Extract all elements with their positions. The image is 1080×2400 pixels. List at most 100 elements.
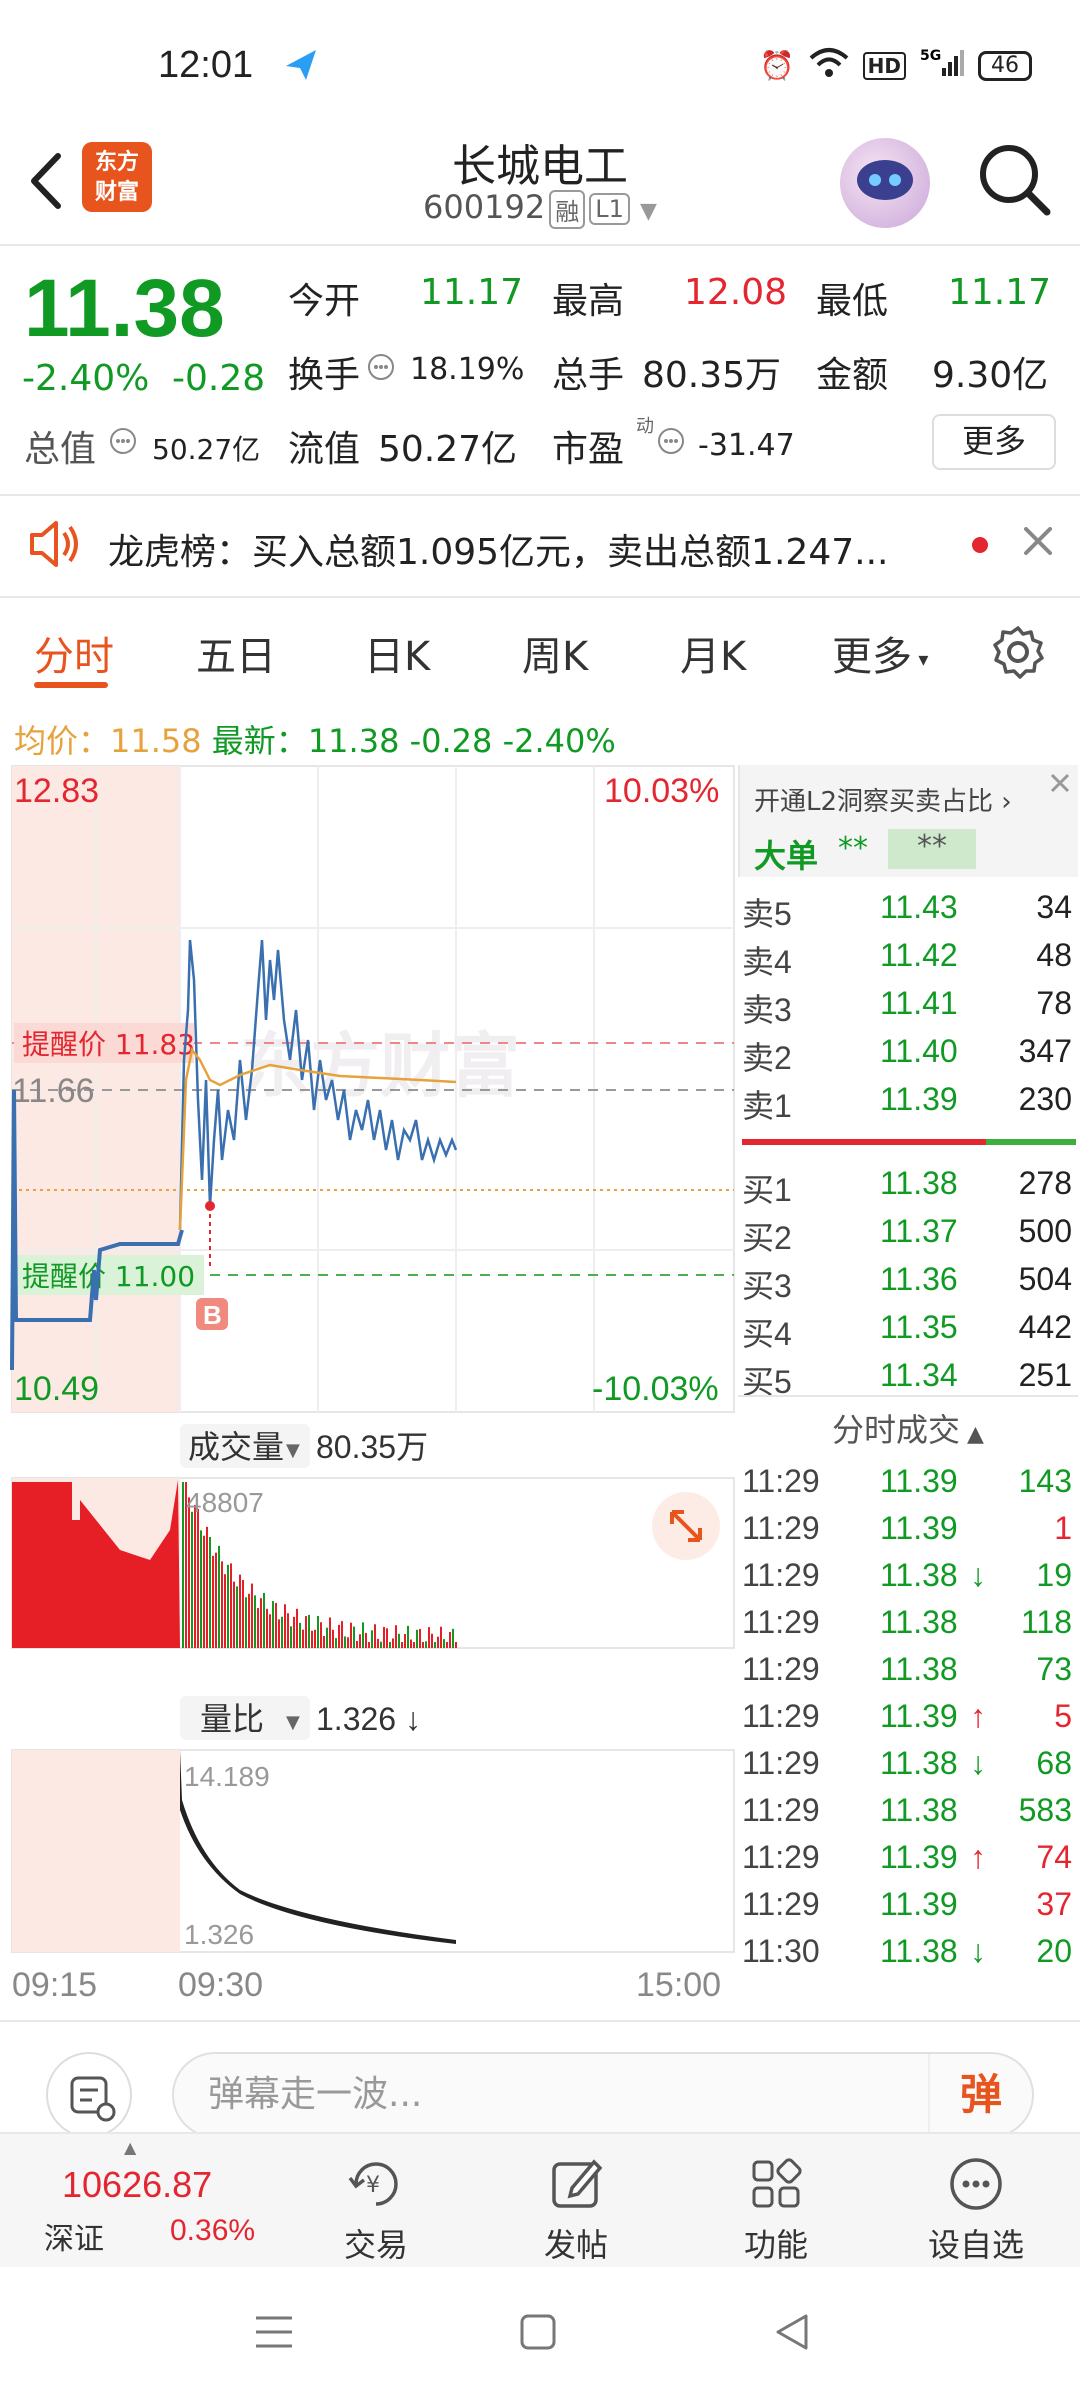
info-icon[interactable] [108,426,138,456]
tick-price: 11.38 [880,1604,958,1640]
divider [0,2020,1080,2022]
big-order-label: 大单 [754,837,819,875]
dropdown-triangle-icon: ▾ [912,647,929,671]
float-value: 50.27亿 [378,429,518,470]
tick-time: 11:29 [742,1557,820,1593]
menu-icon[interactable] [254,2312,294,2352]
nav-post[interactable]: 发帖 [486,2134,666,2266]
volume-bar [323,1636,325,1648]
notice-bar[interactable]: 龙虎榜：买入总额1.095亿元，卖出总额1.247... [0,495,1080,595]
latest-change: -0.28 [409,722,493,760]
tick-row: 11:29 11.38 73 [738,1651,1078,1697]
volume-bar [188,1497,190,1648]
level-price: 11.40 [880,1033,958,1069]
danmu-settings-icon[interactable] [46,2052,132,2138]
volume-bar [389,1642,391,1648]
tab-intraday[interactable]: 分时 [34,624,114,682]
info-icon[interactable] [656,426,686,456]
volume-bar [452,1628,454,1648]
pe-sup: 动 [636,416,654,437]
ask-level[interactable]: 卖4 11.42 48 [738,937,1078,983]
volume-bar [416,1629,418,1648]
close-icon[interactable] [1018,521,1058,561]
volume-bar [275,1602,277,1648]
assistant-robot-avatar[interactable] [840,138,930,228]
ticks-title[interactable]: 分时成交 ▲ [738,1405,1078,1451]
volume-bar [374,1624,376,1648]
tick-row: 11:29 11.39 143 [738,1463,1078,1509]
turnover-label: 换手 [288,355,361,396]
tick-direction: ↑ [970,1839,986,1875]
tick-time: 11:29 [742,1839,820,1875]
volume-bar [194,1504,196,1648]
tick-price: 11.39 [880,1839,958,1875]
intraday-chart[interactable]: 东方财富 提醒价 11.83 11.66 提醒价 11.00 B 12.83 1… [0,760,738,2020]
time-end-label: 15:00 [636,1966,721,2004]
volume-bar [329,1617,331,1648]
search-icon[interactable] [975,140,1055,220]
tick-price: 11.39 [880,1698,958,1734]
info-icon[interactable] [366,352,396,382]
bid-level[interactable]: 买4 11.35 442 [738,1309,1078,1355]
volume-max-label: 48807 [186,1487,264,1518]
pct-high-label: 10.03% [604,772,719,810]
bid-level[interactable]: 买1 11.38 278 [738,1165,1078,1211]
more-button[interactable]: 更多 [932,414,1056,470]
ask-level[interactable]: 卖1 11.39 230 [738,1081,1078,1127]
bid-levels: 买1 11.38 278 买2 11.37 500 买3 11.36 504 买4 11.35 442… [738,1165,1078,1405]
volume-bar [419,1628,421,1648]
trade-icon: ¥ [348,2162,398,2206]
ratio-max-label: 14.189 [184,1761,270,1792]
svg-text:5G: 5G [920,48,941,64]
danmu-input[interactable]: 弹幕走一波... [172,2052,1034,2138]
nav-add-watchlist[interactable]: 设自选 [886,2134,1066,2266]
wifi-icon [809,46,849,85]
tab-more[interactable]: 更多 ▾ [832,624,928,682]
tick-price: 11.39 [880,1463,958,1499]
volume-bar [317,1615,319,1648]
tab-five-day[interactable]: 五日 [196,624,276,682]
ask-level[interactable]: 卖3 11.41 78 [738,985,1078,1031]
tick-price: 11.38 [880,1792,958,1828]
tick-time: 11:29 [742,1698,820,1734]
close-icon[interactable] [1042,765,1078,801]
bid-level[interactable]: 买3 11.36 504 [738,1261,1078,1307]
tab-daily-k[interactable]: 日K [364,624,430,682]
level-label: 卖2 [742,1040,792,1076]
caret-up-icon: ▲ [124,2138,137,2157]
tick-time: 11:29 [742,1886,820,1922]
tick-volume: 20 [1036,1933,1072,1969]
latest-label: 最新： [211,722,308,760]
turnover-value: 18.19% [410,352,525,387]
gear-icon[interactable] [990,624,1046,680]
bid-level[interactable]: 买2 11.37 500 [738,1213,1078,1259]
volume-bar [245,1597,247,1648]
volume-bar [257,1608,259,1648]
volume-bar [425,1641,427,1648]
app-notification-icon [282,46,320,84]
danmu-send-button[interactable]: 弹 [928,2054,1032,2136]
tab-weekly-k[interactable]: 周K [522,624,588,682]
volume-value: 80.35万 [316,1429,428,1465]
volume-bar [311,1630,313,1648]
tick-row: 11:29 11.39 ↑ 74 [738,1839,1078,1885]
volume-bar [422,1642,424,1648]
index-name[interactable]: 深证 [44,2214,104,2258]
volume-bar [191,1511,193,1648]
volume-bar [263,1592,265,1648]
back-icon[interactable] [772,2312,812,2352]
home-icon[interactable] [518,2312,558,2352]
avg-value: 11.58 [110,722,202,760]
ask-levels: 卖5 11.43 34 卖4 11.42 48 卖3 11.41 78 卖2 11.40 347 卖1 1… [738,889,1078,1129]
l2-promo[interactable]: 开通L2洞察买卖占比 › [738,765,1078,821]
nav-functions[interactable]: 功能 [686,2134,866,2266]
tick-volume: 118 [1020,1604,1072,1640]
big-order-row: 大单 ** ** [738,821,1078,877]
tab-monthly-k[interactable]: 月K [680,624,746,682]
nav-trade[interactable]: ¥ 交易 [286,2134,466,2266]
dropdown-triangle-icon: ▼ [640,199,657,224]
ask-level[interactable]: 卖5 11.43 34 [738,889,1078,935]
ask-level[interactable]: 卖2 11.40 347 [738,1033,1078,1079]
volume-bar [437,1636,439,1648]
index-value[interactable]: 10626.87 [62,2164,212,2206]
